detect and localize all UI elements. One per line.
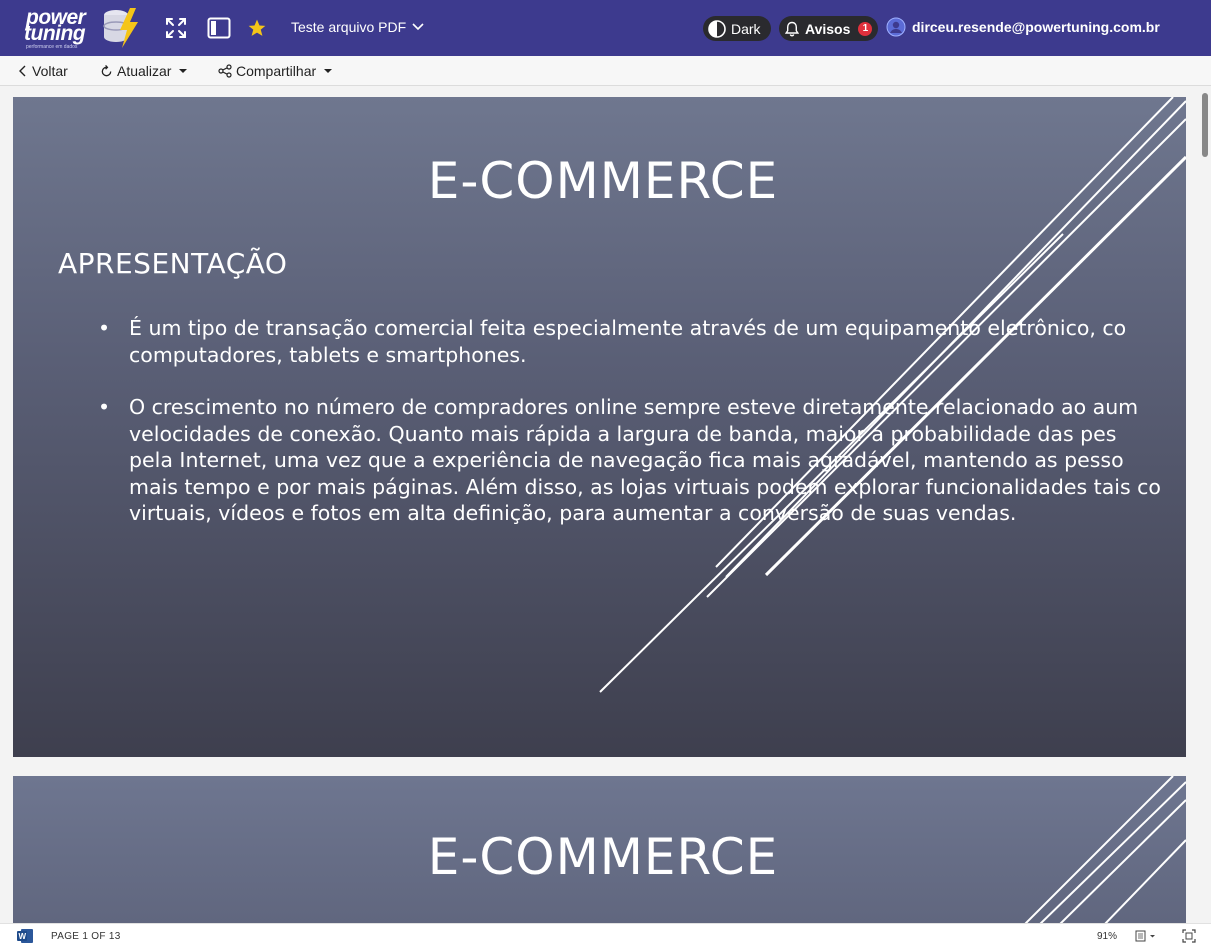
bullet-line: virtuais, vídeos e fotos em alta definiç… [129,501,1017,525]
fit-to-screen-icon[interactable] [1182,929,1196,943]
star-favorite-icon[interactable] [247,18,267,38]
caret-down-icon [179,69,188,73]
bullet-line: pela Internet, uma vez que a experiência… [129,448,1124,472]
share-label: Compartilhar [236,63,317,79]
reading-view-icon[interactable] [1135,930,1157,942]
action-toolbar: Voltar Atualizar Compartilhar [0,56,1211,86]
notifications-label: Avisos [805,20,851,37]
logo-text-tuning: tuning [24,22,86,45]
user-avatar-icon [886,17,906,37]
notification-count-badge: 1 [858,21,873,36]
slide-subtitle: APRESENTAÇÃO [58,247,288,280]
chevron-down-icon [412,23,424,31]
bullet-item: O crescimento no número de compradores o… [98,394,1186,527]
slide-page-1: E-COMMERCE APRESENTAÇÃO É um tipo de tra… [13,97,1186,757]
refresh-label: Atualizar [117,63,172,79]
slide-page-2: E-COMMERCE [13,776,1186,923]
user-email: dirceu.resende@powertuning.com.br [912,19,1160,35]
user-menu[interactable]: dirceu.resende@powertuning.com.br [886,17,1160,37]
contrast-icon [708,19,726,38]
notifications-button[interactable]: Avisos 1 [779,16,878,41]
refresh-button[interactable]: Atualizar [100,63,188,79]
back-button[interactable]: Voltar [18,63,68,79]
report-title-dropdown[interactable]: Teste arquivo PDF [291,19,424,35]
bullet-line: velocidades de conexão. Quanto mais rápi… [129,421,1117,446]
bullet-line: É um tipo de transação comercial feita e… [129,316,1127,340]
svg-text:W: W [19,932,27,941]
bullet-item: É um tipo de transação comercial feita e… [98,315,1186,368]
report-title: Teste arquivo PDF [291,19,407,35]
panel-toggle-icon[interactable] [207,16,231,40]
back-label: Voltar [32,63,68,79]
vertical-scrollbar[interactable] [1202,93,1208,157]
slide-title: E-COMMERCE [427,152,779,210]
zoom-level[interactable]: 91% [1097,931,1117,942]
bullet-line: O crescimento no número de compradores o… [129,395,1139,419]
word-document-icon: W [17,929,33,943]
document-viewer[interactable]: E-COMMERCE APRESENTAÇÃO É um tipo de tra… [0,87,1211,923]
dark-mode-label: Dark [731,20,761,37]
page-indicator: PAGE 1 OF 13 [51,931,121,942]
status-bar: W PAGE 1 OF 13 91% [0,923,1211,948]
logo-database-bolt-icon [103,8,138,48]
logo-tagline: performance em dados [26,44,78,50]
dark-mode-toggle[interactable]: Dark [703,16,771,41]
caret-down-icon [324,69,333,73]
bullet-line: mais tempo e por mais páginas. Além diss… [129,474,1161,499]
top-bar: power tuning performance em dados Teste … [0,0,1211,56]
bell-icon [785,21,799,36]
refresh-icon [101,64,112,76]
slide-title: E-COMMERCE [427,828,779,886]
share-icon [218,64,232,78]
share-button[interactable]: Compartilhar [218,63,333,79]
slide-bullet-list: É um tipo de transação comercial feita e… [98,315,1186,553]
chevron-left-icon [19,65,26,77]
power-tuning-logo[interactable]: power tuning performance em dados [24,6,142,50]
bullet-line: computadores, tablets e smartphones. [129,342,527,367]
fullscreen-icon[interactable] [164,16,188,40]
